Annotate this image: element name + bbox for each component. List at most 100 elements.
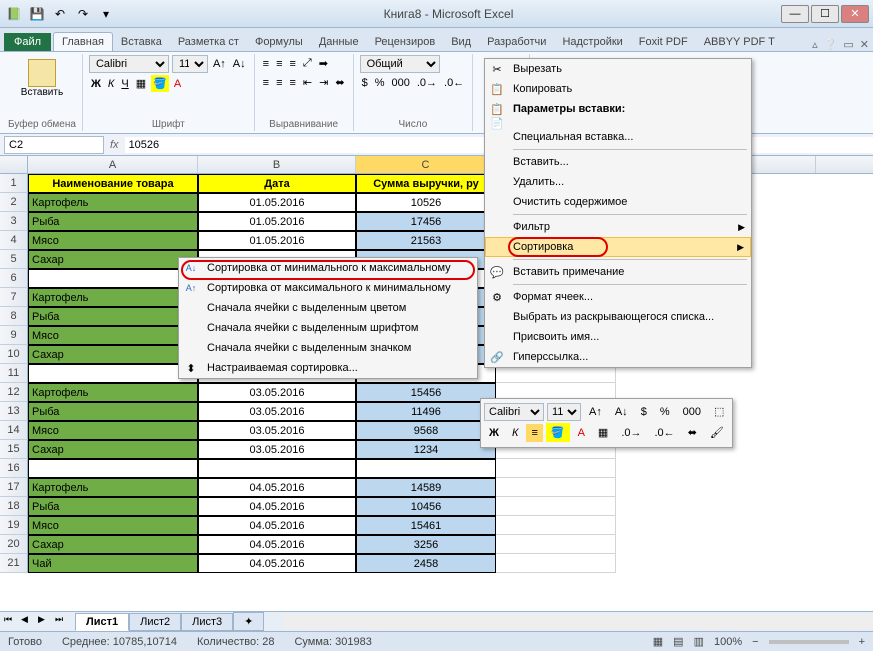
cell-date[interactable]: 04.05.2016 xyxy=(198,478,356,497)
grow-font-icon[interactable]: A↑ xyxy=(211,56,228,72)
zoom-out-button[interactable]: − xyxy=(752,636,758,648)
row-header[interactable]: 7 xyxy=(0,288,28,307)
border-button[interactable]: ▦ xyxy=(134,75,148,92)
cell-date[interactable]: 01.05.2016 xyxy=(198,231,356,250)
sheet-next-icon[interactable]: ▶ xyxy=(38,614,54,630)
font-size-select[interactable]: 11 xyxy=(172,55,208,73)
close-button[interactable]: ✕ xyxy=(841,5,869,23)
mini-merge-icon[interactable]: ⬌ xyxy=(683,423,702,442)
sort-desc-item[interactable]: A↑ Сортировка от максимального к минимал… xyxy=(179,278,477,298)
sheet-first-icon[interactable]: ⏮ xyxy=(4,614,20,630)
dropdown-item[interactable]: Выбрать из раскрывающегося списка... xyxy=(485,307,751,327)
paste-button[interactable]: Вставить xyxy=(8,55,76,102)
minimize-button[interactable]: — xyxy=(781,5,809,23)
sheet-prev-icon[interactable]: ◀ xyxy=(21,614,37,630)
cell-name[interactable]: Сахар xyxy=(28,535,198,554)
row-header[interactable]: 8 xyxy=(0,307,28,326)
col-header-A[interactable]: A xyxy=(28,156,198,173)
help-icon[interactable]: ❔ xyxy=(824,38,838,51)
cell-name[interactable]: Картофель xyxy=(28,478,198,497)
fx-icon[interactable]: fx xyxy=(104,139,125,151)
cell-name[interactable] xyxy=(28,269,198,288)
redo-icon[interactable]: ↷ xyxy=(73,4,93,24)
view-normal-icon[interactable]: ▦ xyxy=(653,635,663,648)
cell-name[interactable]: Картофель xyxy=(28,288,198,307)
define-name-item[interactable]: Присвоить имя... xyxy=(485,327,751,347)
copy-item[interactable]: 📋 Копировать xyxy=(485,79,751,99)
cell-name[interactable]: Чай xyxy=(28,554,198,573)
mini-font-color-icon[interactable]: A xyxy=(573,424,590,442)
align-bottom-icon[interactable]: ≡ xyxy=(287,56,297,72)
insert-tab[interactable]: Вставка xyxy=(113,33,170,51)
font-color-button[interactable]: A xyxy=(172,76,183,92)
window-close-icon[interactable]: ✕ xyxy=(860,38,869,51)
number-format-select[interactable]: Общий xyxy=(360,55,440,73)
col-header-B[interactable]: B xyxy=(198,156,356,173)
mini-italic-button[interactable]: К xyxy=(507,424,523,442)
align-top-icon[interactable]: ≡ xyxy=(261,56,271,72)
mini-size-select[interactable]: 11 xyxy=(547,403,581,421)
cell-name[interactable]: Картофель xyxy=(28,383,198,402)
mini-font-select[interactable]: Calibri xyxy=(484,403,544,421)
name-box[interactable] xyxy=(4,136,104,154)
font-name-select[interactable]: Calibri xyxy=(89,55,169,73)
row-header[interactable]: 15 xyxy=(0,440,28,459)
row-header[interactable]: 9 xyxy=(0,326,28,345)
indent-increase-icon[interactable]: ⇥ xyxy=(317,74,330,91)
foxit-tab[interactable]: Foxit PDF xyxy=(631,33,696,51)
addins-tab[interactable]: Надстройки xyxy=(554,33,630,51)
cell-sum[interactable]: 21563 xyxy=(356,231,496,250)
row-header[interactable]: 2 xyxy=(0,193,28,212)
cell-sum[interactable]: 10456 xyxy=(356,497,496,516)
sheet-tab-2[interactable]: Лист2 xyxy=(129,613,181,631)
cell-name[interactable]: Сахар xyxy=(28,345,198,364)
zoom-slider[interactable] xyxy=(769,640,849,644)
zoom-level[interactable]: 100% xyxy=(714,636,742,648)
row-header[interactable]: 17 xyxy=(0,478,28,497)
cell-date[interactable]: 04.05.2016 xyxy=(198,516,356,535)
mini-shrink-font-icon[interactable]: A↓ xyxy=(610,403,633,421)
sort-by-font-item[interactable]: Сначала ячейки с выделенным шрифтом xyxy=(179,318,477,338)
mini-comma-icon[interactable]: 000 xyxy=(678,403,706,421)
cell-name[interactable]: Сахар xyxy=(28,440,198,459)
mini-dec-dec-icon[interactable]: .0← xyxy=(650,424,680,442)
filter-item[interactable]: Фильтр▶ xyxy=(485,217,751,237)
cell[interactable] xyxy=(496,478,616,497)
maximize-button[interactable]: ☐ xyxy=(811,5,839,23)
cell-name[interactable]: Рыба xyxy=(28,307,198,326)
cell-date[interactable]: 03.05.2016 xyxy=(198,440,356,459)
file-tab[interactable]: Файл xyxy=(4,33,51,51)
view-break-icon[interactable]: ▥ xyxy=(694,635,704,648)
cell-date[interactable]: 01.05.2016 xyxy=(198,193,356,212)
cell-name[interactable]: Рыба xyxy=(28,497,198,516)
cell-sum[interactable]: 3256 xyxy=(356,535,496,554)
header-cell[interactable]: Дата xyxy=(198,174,356,193)
ribbon-minimize-icon[interactable]: ▵ xyxy=(812,38,818,51)
col-header-C[interactable]: C xyxy=(356,156,496,173)
comma-icon[interactable]: 000 xyxy=(389,75,411,91)
cell-name[interactable]: Рыба xyxy=(28,212,198,231)
cut-item[interactable]: ✂ Вырезать xyxy=(485,59,751,79)
row-header[interactable]: 13 xyxy=(0,402,28,421)
row-header[interactable]: 16 xyxy=(0,459,28,478)
select-all-button[interactable] xyxy=(0,156,28,173)
cell-date[interactable]: 04.05.2016 xyxy=(198,535,356,554)
cell-date[interactable] xyxy=(198,459,356,478)
mini-painter-icon[interactable]: 🖌 xyxy=(705,423,729,442)
cell-sum[interactable]: 9568 xyxy=(356,421,496,440)
sort-by-icon-item[interactable]: Сначала ячейки с выделенным значком xyxy=(179,338,477,358)
cell[interactable] xyxy=(496,535,616,554)
align-middle-icon[interactable]: ≡ xyxy=(274,56,284,72)
excel-icon[interactable]: 📗 xyxy=(4,4,24,24)
decrease-decimal-icon[interactable]: .0← xyxy=(442,75,466,91)
row-header[interactable]: 12 xyxy=(0,383,28,402)
cell[interactable] xyxy=(496,459,616,478)
paste-icon-option[interactable]: 📄 xyxy=(485,119,751,127)
mini-percent-icon[interactable]: % xyxy=(655,403,675,421)
row-header[interactable]: 5 xyxy=(0,250,28,269)
data-tab[interactable]: Данные xyxy=(311,33,367,51)
cell-date[interactable]: 03.05.2016 xyxy=(198,421,356,440)
cell-sum[interactable]: 11496 xyxy=(356,402,496,421)
mini-border-icon[interactable]: ▦ xyxy=(593,423,613,442)
increase-decimal-icon[interactable]: .0→ xyxy=(415,75,439,91)
